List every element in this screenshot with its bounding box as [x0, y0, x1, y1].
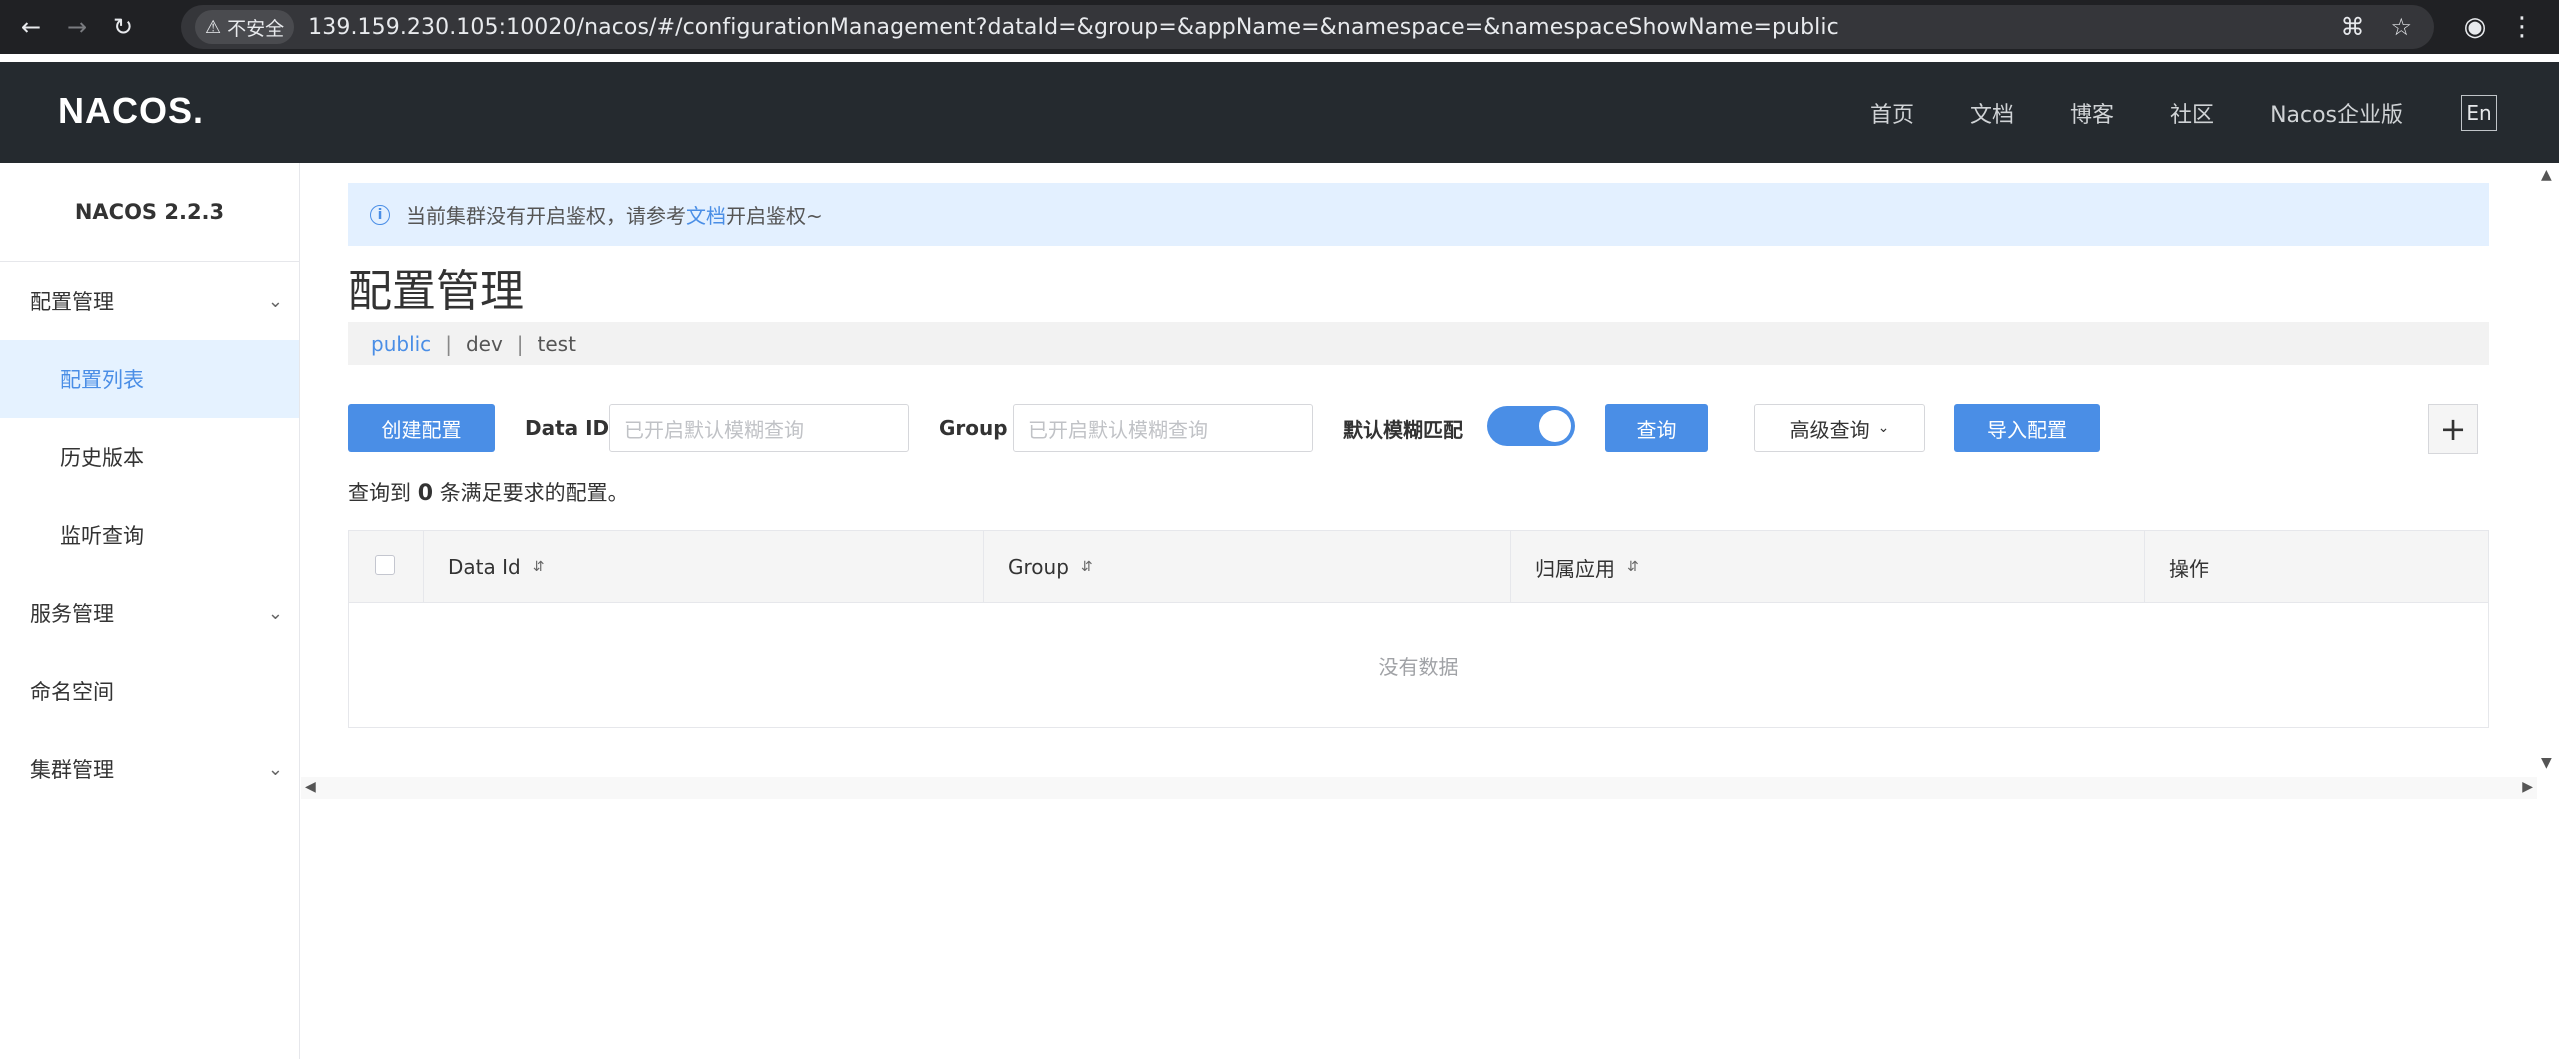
sidebar-group-label: 服务管理 — [30, 602, 114, 626]
warning-icon: ⚠ — [205, 16, 222, 38]
sidebar-group-service[interactable]: 服务管理 ⌄ — [0, 574, 299, 652]
security-indicator[interactable]: ⚠ 不安全 — [195, 10, 295, 44]
sidebar-group-cluster[interactable]: 集群管理 ⌄ — [0, 730, 299, 808]
translate-icon[interactable]: ⌘ — [2340, 13, 2364, 41]
search-toolbar: 创建配置 Data ID 已开启默认模糊查询 Group 已开启默认模糊查询 默… — [348, 404, 2489, 454]
column-label: 操作 — [2169, 556, 2209, 581]
sidebar-group-label: 命名空间 — [30, 680, 114, 704]
config-table: Data Id ⇵ Group ⇵ 归属应用 ⇵ 操作 没有数据 — [348, 530, 2489, 728]
url-text[interactable]: 139.159.230.105:10020/nacos/#/configurat… — [308, 15, 1839, 40]
browser-toolbar: ← → ↻ ⚠ 不安全 139.159.230.105:10020/nacos/… — [0, 0, 2559, 54]
sidebar-item-config-list[interactable]: 配置列表 — [0, 340, 299, 418]
group-label: Group — [939, 416, 1008, 440]
sidebar-group-config[interactable]: 配置管理 ⌄ — [0, 262, 299, 340]
sidebar-group-label: 配置管理 — [30, 290, 114, 314]
column-actions: 操作 — [2145, 531, 2488, 603]
sidebar-item-namespace[interactable]: 命名空间 — [0, 652, 299, 730]
top-nav: 首页 文档 博客 社区 Nacos企业版 En — [1870, 62, 2498, 163]
star-icon[interactable]: ☆ — [2390, 13, 2412, 41]
result-count: 0 — [417, 481, 433, 506]
menu-icon[interactable]: ⋮ — [2507, 8, 2537, 46]
sidebar-group-label: 集群管理 — [30, 758, 114, 782]
dataid-label: Data ID — [525, 416, 610, 440]
scroll-up-icon[interactable]: ▲ — [2541, 167, 2552, 183]
sidebar-item-history[interactable]: 历史版本 — [0, 418, 299, 496]
namespace-dev[interactable]: dev — [466, 332, 503, 356]
nacos-logo[interactable]: NACOS. — [58, 90, 204, 132]
forward-icon[interactable]: → — [54, 4, 100, 50]
column-dataid[interactable]: Data Id ⇵ — [424, 531, 984, 603]
fuzzy-match-label: 默认模糊匹配 — [1343, 417, 1463, 442]
vertical-scrollbar[interactable]: ▲ ▼ — [2537, 163, 2559, 773]
column-label: 归属应用 — [1535, 556, 1615, 581]
column-label: Data Id — [448, 555, 521, 579]
query-button[interactable]: 查询 — [1605, 404, 1708, 452]
language-switch-button[interactable]: En — [2461, 94, 2498, 131]
scroll-left-icon[interactable]: ◀ — [305, 779, 316, 795]
notice-prefix: 当前集群没有开启鉴权，请参考 — [406, 204, 686, 228]
reload-icon[interactable]: ↻ — [100, 4, 146, 50]
chevron-down-icon: ⌄ — [267, 758, 283, 780]
advanced-query-label: 高级查询 — [1789, 417, 1870, 442]
info-icon: i — [370, 204, 390, 225]
nav-enterprise[interactable]: Nacos企业版 — [2270, 97, 2403, 129]
notice-suffix: 开启鉴权~ — [726, 204, 823, 228]
namespace-bar: public | dev | test — [348, 322, 2489, 365]
create-config-button[interactable]: 创建配置 — [348, 404, 495, 452]
security-label: 不安全 — [227, 17, 285, 40]
result-prefix: 查询到 — [348, 481, 411, 505]
scroll-down-icon[interactable]: ▼ — [2541, 755, 2552, 771]
group-input[interactable]: 已开启默认模糊查询 — [1013, 404, 1313, 452]
address-bar[interactable]: ⚠ 不安全 139.159.230.105:10020/nacos/#/conf… — [181, 5, 2434, 49]
select-all-checkbox[interactable] — [375, 555, 395, 575]
page-title: 配置管理 — [348, 266, 524, 317]
main-content: i 当前集群没有开启鉴权，请参考 文档 开启鉴权~ 配置管理 public | … — [301, 163, 2559, 1059]
chevron-down-icon: ⌄ — [267, 290, 283, 312]
table-header: Data Id ⇵ Group ⇵ 归属应用 ⇵ 操作 — [349, 531, 2488, 603]
auth-notice: i 当前集群没有开启鉴权，请参考 文档 开启鉴权~ — [348, 183, 2489, 246]
dataid-input[interactable]: 已开启默认模糊查询 — [609, 404, 909, 452]
nav-home[interactable]: 首页 — [1870, 97, 1914, 129]
sidebar: NACOS 2.2.3 配置管理 ⌄ 配置列表 历史版本 监听查询 服务管理 ⌄… — [0, 163, 300, 1059]
back-icon[interactable]: ← — [8, 4, 54, 50]
toggle-knob — [1539, 410, 1571, 442]
plus-icon[interactable]: + — [2428, 404, 2478, 454]
chevron-down-icon: ⌄ — [1877, 420, 1890, 436]
advanced-query-button[interactable]: 高级查询 ⌄ — [1754, 404, 1925, 452]
namespace-public[interactable]: public — [371, 332, 431, 356]
version-label: NACOS 2.2.3 — [0, 163, 299, 262]
profile-icon[interactable]: ◉ — [2456, 8, 2494, 46]
result-suffix: 条满足要求的配置。 — [439, 481, 629, 505]
nav-blog[interactable]: 博客 — [2070, 97, 2114, 129]
namespace-test[interactable]: test — [538, 332, 576, 356]
namespace-divider: | — [516, 331, 524, 356]
namespace-divider: | — [445, 331, 452, 356]
scroll-right-icon[interactable]: ▶ — [2522, 779, 2533, 795]
column-label: Group — [1008, 555, 1069, 579]
result-summary: 查询到 0 条满足要求的配置。 — [348, 477, 629, 507]
sort-icon[interactable]: ⇵ — [1081, 559, 1093, 575]
sidebar-item-listener[interactable]: 监听查询 — [0, 496, 299, 574]
sort-icon[interactable]: ⇵ — [1627, 559, 1639, 575]
fuzzy-match-toggle[interactable] — [1487, 406, 1575, 446]
column-app[interactable]: 归属应用 ⇵ — [1511, 531, 2145, 603]
nav-community[interactable]: 社区 — [2170, 97, 2214, 129]
empty-state: 没有数据 — [1378, 654, 1459, 679]
app-header: NACOS. 首页 文档 博客 社区 Nacos企业版 En — [0, 62, 2559, 163]
notice-docs-link[interactable]: 文档 — [686, 200, 726, 229]
horizontal-scrollbar[interactable]: ◀ ▶ — [301, 777, 2537, 799]
column-group[interactable]: Group ⇵ — [984, 531, 1511, 603]
chevron-down-icon: ⌄ — [267, 602, 283, 624]
nav-docs[interactable]: 文档 — [1970, 97, 2014, 129]
sort-icon[interactable]: ⇵ — [533, 559, 545, 575]
import-config-button[interactable]: 导入配置 — [1954, 404, 2100, 452]
select-all-cell — [349, 531, 424, 603]
